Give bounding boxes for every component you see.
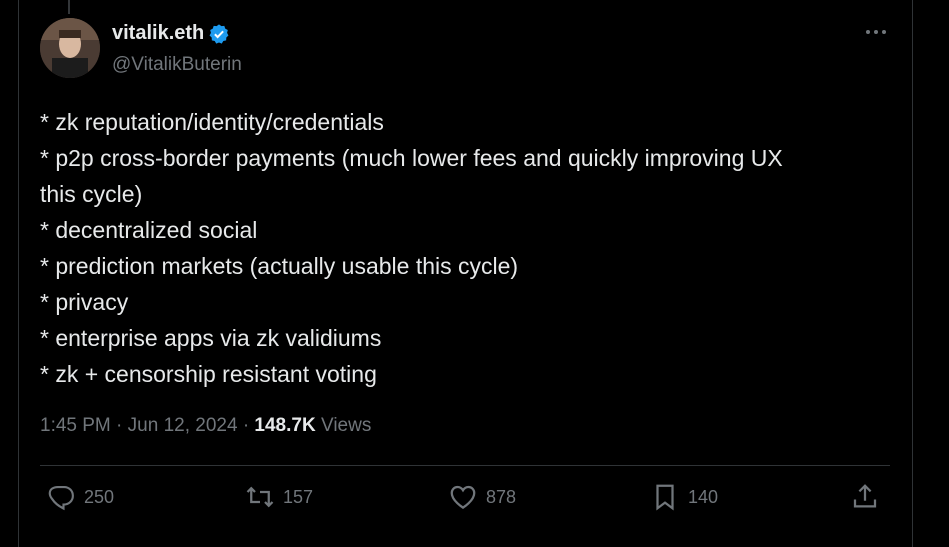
tweet-line: * privacy (40, 289, 129, 315)
tweet-line: * zk reputation/identity/credentials (40, 109, 384, 135)
share-icon (853, 484, 877, 508)
avatar[interactable] (40, 18, 100, 78)
meta-separator: · (242, 415, 250, 436)
reply-button[interactable]: 250 (46, 482, 114, 512)
left-frame (0, 0, 19, 547)
right-frame (912, 0, 949, 547)
thread-connector (68, 0, 70, 14)
action-bar: 250 157 878 140 (40, 482, 890, 522)
like-button[interactable]: 878 (448, 482, 516, 512)
tweet-time[interactable]: 1:45 PM (40, 415, 111, 436)
repost-count: 157 (283, 486, 314, 507)
share-button[interactable] (850, 482, 880, 512)
tweet-line: * p2p cross-border payments (much lower … (40, 145, 783, 171)
tweet-meta: 1:45 PM · Jun 12, 2024 · 148.7K Views (40, 415, 371, 437)
bookmark-button[interactable]: 140 (650, 482, 718, 512)
tweet-line: * enterprise apps via zk validiums (40, 325, 382, 351)
divider (40, 465, 890, 466)
like-count: 878 (486, 486, 517, 507)
views-label: Views (320, 415, 372, 436)
meta-separator: · (116, 415, 123, 436)
reply-icon (48, 485, 74, 511)
tweet-text: * zk reputation/identity/credentials * p… (40, 104, 890, 392)
author-name[interactable]: vitalik.eth (112, 22, 204, 45)
more-options-icon[interactable] (861, 22, 891, 42)
repost-icon (246, 486, 274, 508)
author-handle[interactable]: @VitalikButerin (112, 54, 242, 76)
tweet-line: this cycle) (40, 181, 143, 207)
verified-badge-icon (209, 23, 229, 44)
reply-count: 250 (84, 486, 115, 507)
bookmark-count: 140 (688, 486, 719, 507)
tweet-line: * prediction markets (actually usable th… (40, 253, 519, 279)
avatar-image (40, 18, 100, 78)
bookmark-icon (656, 484, 674, 511)
author-row: vitalik.eth (112, 22, 230, 45)
like-icon (450, 485, 476, 509)
repost-button[interactable]: 157 (245, 482, 313, 512)
tweet-line: * decentralized social (40, 217, 258, 243)
tweet-line: * zk + censorship resistant voting (40, 361, 377, 387)
tweet-date[interactable]: Jun 12, 2024 (128, 415, 238, 436)
views-count: 148.7K (254, 415, 316, 436)
